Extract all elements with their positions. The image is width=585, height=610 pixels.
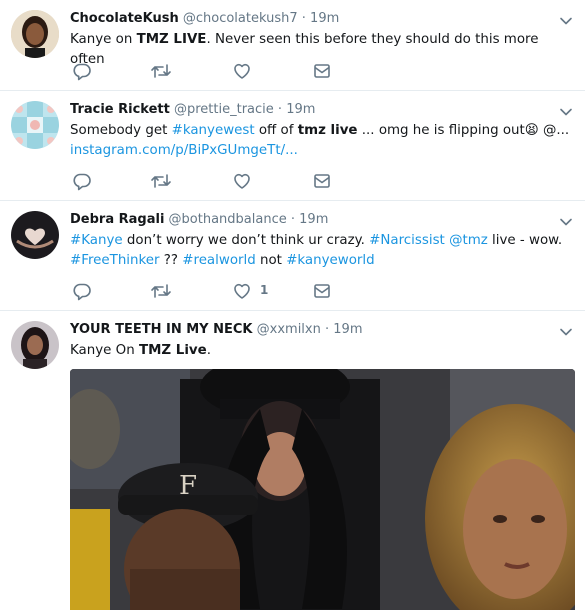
tweet[interactable]: ChocolateKush @chocolatekush7 · 19m Kany…: [0, 0, 585, 91]
text-segment: live - wow.: [487, 233, 563, 248]
reply-icon[interactable]: [72, 61, 92, 81]
avatar[interactable]: [11, 10, 59, 58]
author-name[interactable]: ChocolateKush: [70, 11, 179, 26]
tweet-actions: 1: [70, 281, 350, 301]
text-segment: ... omg he is flipping out: [357, 123, 525, 138]
tweet-actions: [70, 171, 350, 191]
text-segment: not: [255, 252, 287, 268]
svg-text:F: F: [179, 471, 197, 501]
author-handle[interactable]: @xxmilxn: [257, 322, 321, 337]
chevron-down-icon[interactable]: [559, 325, 573, 339]
avatar[interactable]: [11, 321, 59, 369]
envelope-icon[interactable]: [312, 281, 332, 301]
tweet[interactable]: Debra Ragali @bothandbalance · 19m #Kany…: [0, 201, 585, 311]
hashtag-link[interactable]: #Narcissist: [369, 233, 445, 248]
tweet-actions: [70, 61, 350, 81]
text-segment: TMZ Live: [138, 343, 207, 358]
chevron-down-icon[interactable]: [559, 105, 573, 119]
avatar[interactable]: [11, 211, 59, 259]
text-segment: don’t worry we don’t think ur crazy.: [122, 233, 370, 248]
text-segment: Kanye On: [70, 343, 139, 358]
text-segment: tmz live: [297, 123, 358, 138]
author-name[interactable]: YOUR TEETH IN MY NECK: [70, 322, 253, 337]
tweet-text: Somebody get #kanyewest off of tmz live …: [70, 121, 569, 160]
hashtag-link[interactable]: #kanyewest: [172, 123, 255, 138]
hashtag-link[interactable]: #FreeThinker: [70, 253, 160, 268]
mention-link[interactable]: @tmz: [449, 233, 488, 248]
hashtag-link[interactable]: #realworld: [182, 253, 255, 268]
tweet[interactable]: Tracie Rickett @prettie_tracie · 19m Som…: [0, 91, 585, 201]
text-segment: @...: [538, 123, 570, 138]
retweet-icon[interactable]: [150, 281, 172, 301]
tweet-text: #Kanye don’t worry we don’t think ur cra…: [70, 231, 562, 270]
tired-face-emoji: 😫: [524, 123, 539, 138]
text-segment: Somebody get: [70, 123, 172, 138]
chevron-down-icon[interactable]: [559, 14, 573, 28]
separator: ·: [277, 102, 283, 117]
author-name[interactable]: Debra Ragali: [70, 212, 164, 227]
text-segment: ??: [159, 252, 183, 268]
hashtag-link[interactable]: #kanyeworld: [286, 253, 374, 268]
tweet-text: Kanye On TMZ Live.: [70, 341, 550, 361]
timestamp[interactable]: 19m: [299, 212, 328, 227]
author-handle[interactable]: @chocolatekush7: [183, 11, 298, 26]
author-handle[interactable]: @bothandbalance: [169, 212, 287, 227]
separator: ·: [325, 322, 330, 337]
tweet-header: Tracie Rickett @prettie_tracie · 19m: [70, 101, 315, 119]
timestamp[interactable]: 19m: [286, 102, 315, 117]
text-segment: .: [206, 343, 211, 358]
text-segment: off of: [254, 123, 298, 138]
author-name[interactable]: Tracie Rickett: [70, 102, 170, 117]
separator: ·: [290, 212, 296, 227]
reply-icon[interactable]: [72, 171, 92, 191]
instagram-link[interactable]: instagram.com/p/BiPxGUmgeTt/...: [70, 143, 298, 158]
heart-icon[interactable]: [232, 61, 252, 81]
timestamp[interactable]: 19m: [333, 322, 362, 337]
tweet-header: Debra Ragali @bothandbalance · 19m: [70, 211, 328, 229]
separator: ·: [301, 11, 306, 26]
chevron-down-icon[interactable]: [559, 215, 573, 229]
author-handle[interactable]: @prettie_tracie: [174, 102, 274, 117]
heart-icon[interactable]: [232, 281, 252, 301]
tweet-header: ChocolateKush @chocolatekush7 · 19m: [70, 10, 339, 28]
heart-icon[interactable]: [232, 171, 252, 191]
hashtag-link[interactable]: #Kanye: [70, 233, 123, 248]
envelope-icon[interactable]: [312, 171, 332, 191]
avatar[interactable]: [11, 101, 59, 149]
envelope-icon[interactable]: [312, 61, 332, 81]
timestamp[interactable]: 19m: [310, 11, 339, 26]
retweet-icon[interactable]: [150, 171, 172, 191]
tweet-header: YOUR TEETH IN MY NECK @xxmilxn · 19m: [70, 321, 363, 339]
text-segment: Kanye on: [70, 32, 137, 47]
retweet-icon[interactable]: [150, 61, 172, 81]
tweet-media-image[interactable]: F: [70, 369, 575, 610]
reply-icon[interactable]: [72, 281, 92, 301]
text-segment: TMZ LIVE: [136, 32, 207, 47]
like-count: 1: [260, 283, 269, 297]
